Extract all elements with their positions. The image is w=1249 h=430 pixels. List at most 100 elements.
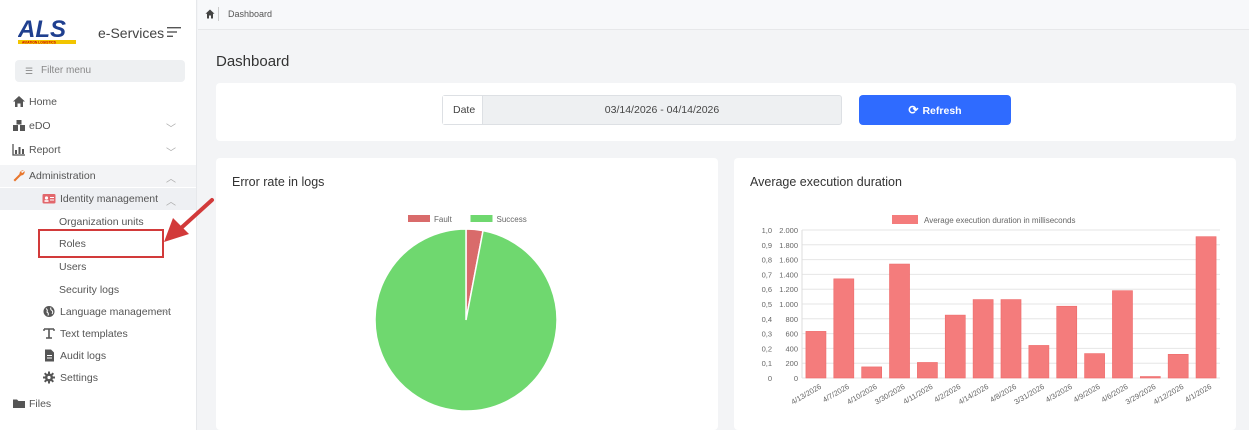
file-icon — [45, 349, 54, 362]
page-title: Dashboard — [216, 53, 290, 70]
y2-tick-label: 0,9 — [762, 241, 772, 250]
chevron-up-icon: ︿ — [166, 174, 176, 185]
sidebar-item-label: Home — [29, 96, 58, 108]
legend-swatch — [408, 215, 430, 222]
sidebar-item-audit-logs[interactable]: Audit logs — [0, 345, 196, 367]
x-tick-label: 3/31/2026 — [1012, 382, 1045, 406]
y2-tick-label: 0,6 — [762, 285, 772, 294]
annotation-arrow-icon — [164, 198, 214, 242]
y-tick-label: 200 — [785, 359, 798, 368]
id-card-icon — [42, 194, 56, 204]
sidebar-item-edo[interactable]: eDO ﹀ — [0, 115, 196, 137]
x-tick-label: 4/12/2026 — [1152, 382, 1185, 406]
home-icon — [13, 96, 25, 107]
legend-label: Fault — [434, 215, 453, 224]
chevron-down-icon: ﹀ — [166, 124, 176, 135]
sidebar-item-report[interactable]: Report ﹀ — [0, 139, 196, 161]
date-range-field[interactable]: Date 03/14/2026 - 04/14/2026 — [442, 95, 842, 125]
x-tick-label: 4/10/2026 — [845, 382, 878, 406]
brand: ALS AVIATION LOGISTICS e-Services — [18, 16, 188, 52]
logo-text: ALS — [18, 16, 66, 43]
y-tick-label: 0 — [794, 374, 798, 383]
bar — [1084, 353, 1105, 379]
sidebar-item-label: Administration — [29, 170, 96, 182]
y2-tick-label: 0,8 — [762, 256, 772, 265]
error-rate-card: Error rate in logs Fault Success — [216, 158, 718, 430]
sidebar-item-label: Text templates — [60, 328, 128, 340]
bar — [1195, 236, 1217, 379]
date-filter-card: Date 03/14/2026 - 04/14/2026 ⟳ Refresh — [216, 83, 1236, 141]
y2-tick-label: 1,0 — [762, 226, 772, 235]
y-tick-label: 1.000 — [779, 300, 798, 309]
chart-icon — [12, 144, 25, 156]
y-tick-label: 1.600 — [779, 256, 798, 265]
sidebar-item-label: Identity management — [60, 193, 159, 205]
date-label-box: Date — [443, 96, 483, 124]
y-tick-label: 1.200 — [779, 285, 798, 294]
refresh-label: Refresh — [922, 105, 962, 117]
logo-subtext: AVIATION LOGISTICS — [22, 41, 57, 45]
bar — [944, 314, 966, 379]
menu-toggle-icon[interactable] — [167, 26, 181, 38]
y2-tick-label: 0,7 — [762, 270, 772, 279]
filter-menu-placeholder: Filter menu — [41, 65, 92, 76]
bar — [1167, 354, 1189, 379]
bar — [1140, 376, 1161, 379]
pie-slice-success — [374, 228, 558, 412]
als-logo[interactable]: ALS AVIATION LOGISTICS — [18, 16, 84, 48]
date-range-value[interactable]: 03/14/2026 - 04/14/2026 — [483, 96, 841, 124]
sidebar-item-users[interactable]: Users — [0, 256, 196, 278]
legend-swatch — [470, 215, 493, 222]
y2-tick-label: 0 — [768, 374, 772, 383]
x-tick-label: 4/14/2026 — [957, 382, 990, 406]
bar — [1056, 305, 1078, 379]
avg-duration-card: Average execution duration Average execu… — [734, 158, 1236, 430]
folder-icon — [13, 399, 25, 408]
gear-icon — [43, 371, 55, 384]
sidebar-item-language-management[interactable]: Language management ﹀ — [0, 301, 196, 323]
roles-highlight-box — [38, 229, 164, 258]
globe-icon — [43, 306, 55, 317]
sidebar-item-security-logs[interactable]: Security logs — [0, 279, 196, 301]
y-tick-label: 1.400 — [779, 270, 798, 279]
x-tick-label: 4/1/2026 — [1183, 382, 1213, 404]
y2-tick-label: 0,3 — [762, 330, 772, 339]
wrench-icon — [13, 170, 25, 182]
sidebar-item-label: Audit logs — [60, 350, 107, 362]
bar — [861, 366, 882, 379]
sidebar-item-administration[interactable]: Administration ︿ — [0, 165, 196, 187]
bar — [833, 278, 855, 379]
sidebar-item-label: Files — [29, 398, 52, 410]
y-tick-label: 1.800 — [779, 241, 798, 250]
sidebar-item-home[interactable]: Home — [0, 91, 196, 113]
sidebar-item-label: Report — [29, 144, 61, 156]
legend-label: Average execution duration in millisecon… — [924, 216, 1076, 225]
y2-tick-label: 0,4 — [762, 315, 772, 324]
home-icon[interactable] — [205, 9, 215, 19]
y2-tick-label: 0,5 — [762, 300, 772, 309]
text-template-icon — [43, 328, 55, 339]
filter-menu-input[interactable]: ☰ Filter menu — [15, 60, 185, 82]
sidebar-item-files[interactable]: Files — [0, 393, 196, 415]
refresh-button[interactable]: ⟳ Refresh — [859, 95, 1011, 125]
edo-icon — [13, 120, 25, 131]
chevron-down-icon: ﹀ — [161, 310, 171, 321]
sidebar-item-settings[interactable]: Settings — [0, 367, 196, 389]
sidebar-item-label: Organization units — [59, 216, 144, 228]
bar — [1028, 345, 1050, 379]
chevron-down-icon: ﹀ — [166, 148, 176, 159]
bar — [1112, 290, 1133, 379]
refresh-icon: ⟳ — [908, 103, 919, 117]
breadcrumb-current: Dashboard — [228, 9, 273, 19]
date-label: Date — [453, 104, 476, 116]
sidebar-item-label: Users — [59, 261, 87, 273]
sidebar-item-text-templates[interactable]: Text templates — [0, 323, 196, 345]
x-tick-label: 3/29/2026 — [1124, 382, 1157, 406]
bar — [805, 331, 827, 379]
bar — [1000, 299, 1022, 379]
x-tick-label: 4/9/2026 — [1072, 382, 1102, 404]
breadcrumb-separator — [218, 7, 219, 21]
avg-duration-bar-chart: Average execution duration in millisecon… — [762, 215, 1220, 406]
y2-tick-label: 0,2 — [762, 344, 772, 353]
sidebar-item-label: eDO — [29, 120, 51, 132]
